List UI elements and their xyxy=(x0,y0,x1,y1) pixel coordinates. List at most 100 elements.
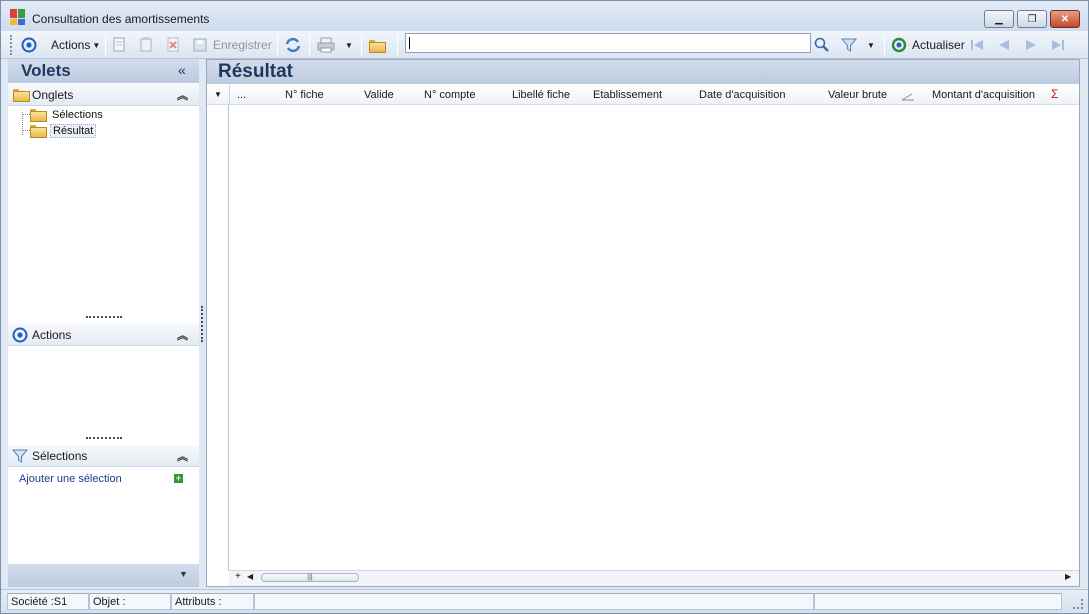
filter-icon xyxy=(841,38,857,52)
grid-column-separator xyxy=(229,85,230,105)
column-chooser-icon[interactable]: ▼ xyxy=(214,90,222,99)
print-button[interactable] xyxy=(317,35,335,55)
column-header[interactable]: Valeur brute xyxy=(828,89,887,101)
last-record-button[interactable] xyxy=(1050,35,1066,55)
minimize-button[interactable]: ▁ xyxy=(984,10,1014,28)
status-attributs: Attributs : xyxy=(171,593,254,610)
delete-button[interactable] xyxy=(165,35,181,55)
previous-icon xyxy=(999,40,1009,50)
result-panel: Résultat ▼ ... N° fiche Valide N° compte… xyxy=(206,59,1080,587)
new-document-icon xyxy=(113,37,125,52)
add-selection-link[interactable]: Ajouter une sélection xyxy=(19,473,122,485)
first-icon xyxy=(971,40,983,50)
left-panel: Volets « Onglets ︽ Sélections Résultat A… xyxy=(8,59,199,587)
last-icon xyxy=(1052,40,1064,50)
next-record-button[interactable] xyxy=(1023,35,1039,55)
first-record-button[interactable] xyxy=(969,35,985,55)
sort-indicator-icon xyxy=(901,93,914,101)
actions-section-header[interactable]: Actions ︽ xyxy=(8,324,199,346)
filter-dropdown-icon[interactable]: ▼ xyxy=(867,35,875,55)
add-selection-plus-icon[interactable]: + xyxy=(174,474,183,483)
column-header[interactable]: Valide xyxy=(364,89,394,101)
status-objet: Objet : xyxy=(89,593,171,610)
chevron-down-icon: ▼ xyxy=(92,40,101,50)
delete-icon xyxy=(167,37,179,52)
collapse-section-icon[interactable]: ︽ xyxy=(177,448,188,464)
copy-icon xyxy=(140,37,152,52)
target-icon xyxy=(12,327,28,343)
horizontal-scrollbar[interactable]: + ◀ ||| ▶ xyxy=(229,570,1079,586)
new-button[interactable] xyxy=(111,35,127,55)
actions-section-title: Actions xyxy=(32,328,72,342)
save-button[interactable]: Enregistrer xyxy=(192,35,272,55)
section-resize-grip[interactable] xyxy=(86,316,122,318)
tree-item-label: Sélections xyxy=(52,108,103,121)
collapse-section-icon[interactable]: ︽ xyxy=(177,327,188,343)
toolbar-grip[interactable] xyxy=(10,35,13,55)
maximize-button[interactable]: ❐ xyxy=(1017,10,1047,28)
chevron-down-icon[interactable]: ▼ xyxy=(179,569,188,579)
print-dropdown-icon[interactable]: ▼ xyxy=(345,35,353,55)
scrollbar-thumb[interactable]: ||| xyxy=(261,573,359,582)
app-icon xyxy=(10,9,26,25)
text-cursor xyxy=(409,37,410,49)
column-header[interactable]: Montant d'acquisition xyxy=(932,89,1035,101)
toolbar-separator xyxy=(309,34,310,56)
column-header[interactable]: N° compte xyxy=(424,89,475,101)
column-header[interactable]: ... xyxy=(237,89,246,101)
refresh-button-label: Actualiser xyxy=(912,38,965,52)
collapse-section-icon[interactable]: ︽ xyxy=(177,87,188,103)
save-icon xyxy=(193,38,207,52)
folder-icon xyxy=(13,89,30,102)
column-header[interactable]: Libellé fiche xyxy=(512,89,570,101)
toolbar-separator xyxy=(277,34,278,56)
search-button[interactable] xyxy=(814,35,830,55)
toolbar-separator xyxy=(105,34,106,56)
toolbar-separator xyxy=(397,34,398,56)
application-window: Consultation des amortissements ▁ ❐ ✕ Ac… xyxy=(0,0,1089,614)
panel-splitter-grip[interactable] xyxy=(201,306,203,342)
toolbar-separator xyxy=(884,34,885,56)
search-icon xyxy=(814,37,829,52)
printer-icon xyxy=(317,37,335,53)
collapse-panel-icon[interactable]: « xyxy=(178,62,186,78)
section-resize-grip[interactable] xyxy=(86,437,122,439)
panes-header: Volets « xyxy=(8,59,199,83)
scroll-left-icon[interactable]: ◀ xyxy=(247,572,253,581)
search-input[interactable] xyxy=(405,33,811,53)
selections-section-header[interactable]: Sélections ︽ xyxy=(8,445,199,467)
title-bar: Consultation des amortissements ▁ ❐ ✕ xyxy=(1,1,1088,31)
filter-button[interactable] xyxy=(841,35,857,55)
refresh-button[interactable]: Actualiser xyxy=(891,35,965,55)
refresh-arrows-icon xyxy=(285,37,301,53)
window-title: Consultation des amortissements xyxy=(32,12,210,26)
save-button-label: Enregistrer xyxy=(213,38,272,52)
column-header[interactable]: Etablissement xyxy=(593,89,662,101)
scroll-right-icon[interactable]: ▶ xyxy=(1065,572,1071,581)
row-indicator-column xyxy=(207,105,229,571)
status-empty-cell xyxy=(254,593,814,610)
resize-grip-icon[interactable] xyxy=(1073,599,1083,609)
tree-item-resultat[interactable]: Résultat xyxy=(30,123,97,138)
onglets-title: Onglets xyxy=(32,88,74,102)
onglets-section-header[interactable]: Onglets ︽ xyxy=(8,84,199,106)
selections-section-title: Sélections xyxy=(32,449,88,463)
status-empty-cell xyxy=(814,593,1062,610)
close-button[interactable]: ✕ xyxy=(1050,10,1080,28)
column-header[interactable]: N° fiche xyxy=(285,89,324,101)
open-folder-icon xyxy=(30,125,47,138)
tree-item-selections[interactable]: Sélections xyxy=(30,107,105,122)
refresh-icon xyxy=(891,37,907,53)
folder-icon xyxy=(30,109,47,122)
sync-button[interactable] xyxy=(284,35,302,55)
result-header: Résultat xyxy=(207,60,1079,84)
grid-header: ▼ ... N° fiche Valide N° compte Libellé … xyxy=(207,85,1079,105)
previous-record-button[interactable] xyxy=(996,35,1012,55)
add-row-plus-icon[interactable]: + xyxy=(235,571,241,582)
sum-sigma-icon[interactable]: Σ xyxy=(1051,87,1058,101)
actions-menu[interactable]: Actions ▼ xyxy=(21,35,100,55)
column-header[interactable]: Date d'acquisition xyxy=(699,89,786,101)
tree-item-label: Résultat xyxy=(50,123,97,138)
copy-button[interactable] xyxy=(138,35,154,55)
folder-button[interactable] xyxy=(369,35,386,55)
